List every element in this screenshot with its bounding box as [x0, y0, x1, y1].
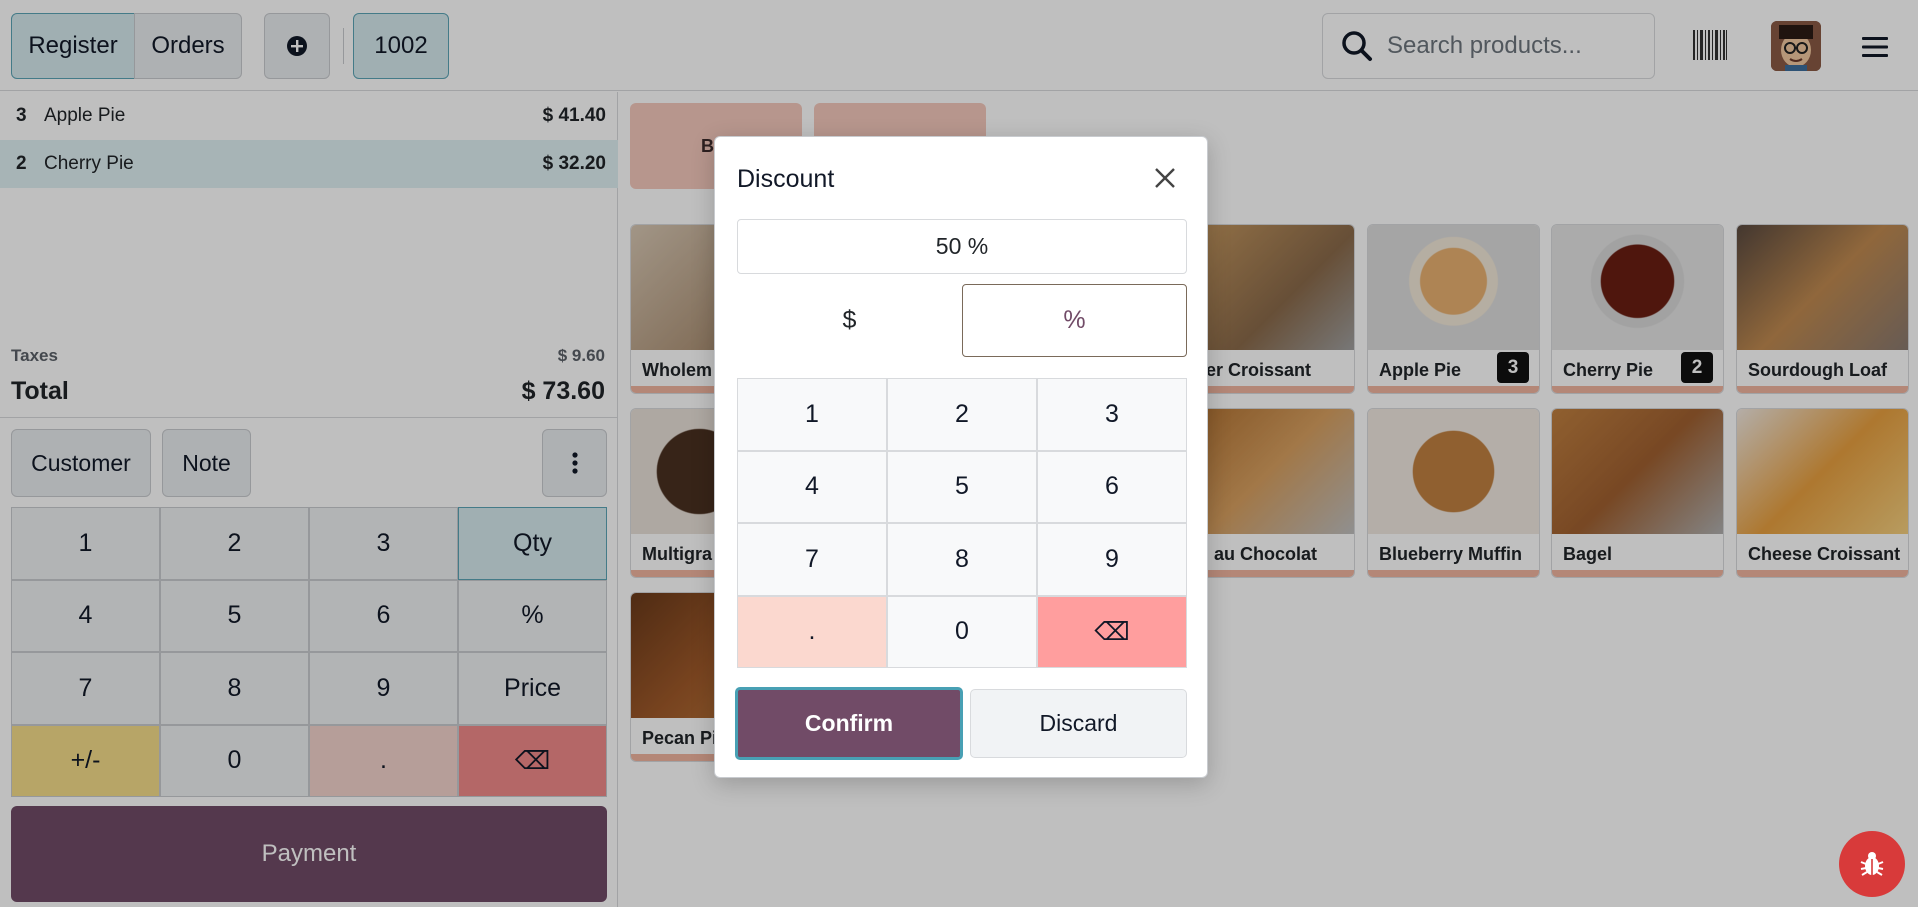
- dialog-key-6[interactable]: 6: [1037, 450, 1187, 523]
- dialog-key-5[interactable]: 5: [887, 450, 1037, 523]
- confirm-button[interactable]: Confirm: [735, 687, 963, 760]
- dialog-backspace[interactable]: ⌫: [1037, 595, 1187, 668]
- dialog-numpad: 1 2 3 4 5 6 7 8 9 . 0 ⌫: [737, 378, 1187, 668]
- dialog-key-dot[interactable]: .: [737, 595, 887, 668]
- close-icon[interactable]: [1150, 163, 1180, 193]
- bug-icon: [1860, 852, 1884, 876]
- discount-value-display: 50 %: [737, 219, 1187, 274]
- dialog-key-9[interactable]: 9: [1037, 523, 1187, 596]
- debug-button[interactable]: [1839, 831, 1905, 897]
- discount-dialog: Discount 50 % $ % 1 2 3 4 5 6 7 8 9 . 0 …: [714, 136, 1208, 778]
- dialog-key-3[interactable]: 3: [1037, 378, 1187, 451]
- dialog-title: Discount: [737, 165, 835, 193]
- amount-mode-button[interactable]: $: [737, 284, 962, 357]
- discard-button[interactable]: Discard: [970, 689, 1187, 758]
- percent-mode-button[interactable]: %: [962, 284, 1187, 357]
- dialog-key-1[interactable]: 1: [737, 378, 887, 451]
- dialog-key-4[interactable]: 4: [737, 450, 887, 523]
- dialog-key-2[interactable]: 2: [887, 378, 1037, 451]
- dialog-key-0[interactable]: 0: [887, 595, 1037, 668]
- dialog-key-7[interactable]: 7: [737, 523, 887, 596]
- dialog-key-8[interactable]: 8: [887, 523, 1037, 596]
